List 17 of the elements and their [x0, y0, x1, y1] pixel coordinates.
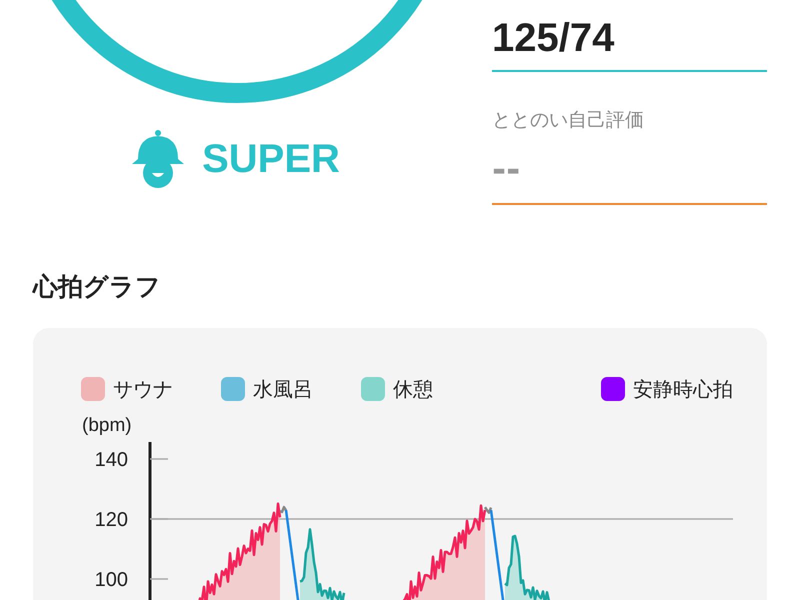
rest-heart-rate-line [504, 534, 550, 600]
axis-unit-label: (bpm) [82, 414, 132, 436]
axis-tick-label: 120 [94, 508, 128, 530]
legend-label: 休憩 [393, 376, 433, 402]
legend-label: サウナ [113, 376, 173, 402]
hat-face-icon [130, 129, 186, 189]
self-rating-label: ととのい自己評価 [492, 108, 645, 133]
legend-label: 水風呂 [253, 376, 313, 402]
graph-title: 心拍グラフ [33, 271, 162, 303]
self-rating-value: -- [492, 134, 767, 204]
blood-pressure-value: 125/74 [492, 0, 767, 72]
axis-tick-label: 100 [94, 568, 128, 590]
axis-tick-label: 140 [94, 448, 128, 470]
transition-heart-rate-line [280, 505, 288, 513]
transition-heart-rate-line [484, 506, 492, 514]
rank-label: SUPER [202, 139, 340, 179]
legend-label: 安静時心拍 [633, 376, 733, 402]
